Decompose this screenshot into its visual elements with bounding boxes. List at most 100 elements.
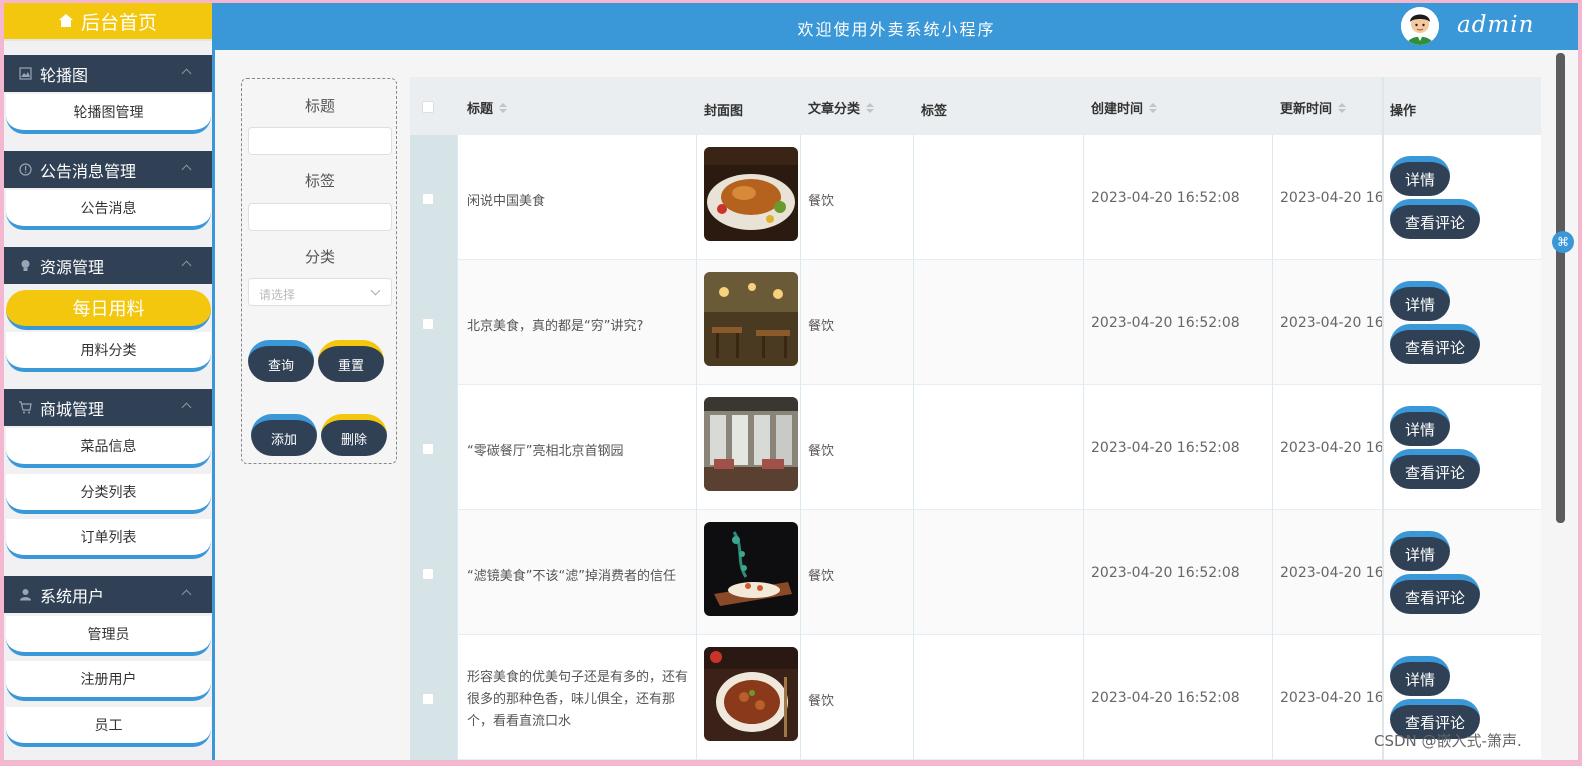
view-comments-label: 查看评论 [1404,463,1465,482]
sidebar-group-label: 系统用户 [40,586,105,606]
home-icon [58,14,73,28]
sidebar-item-carousel-manage[interactable]: 轮播图管理 [6,94,211,134]
chevron-up-icon [181,68,192,79]
table-row: 北京美食，真的都是“穷”讲究? 餐饮 2023-04-20 16:52:08 2… [410,260,1541,385]
column-header-tag: 标签 [921,100,947,119]
chevron-up-icon [181,164,192,175]
add-button[interactable]: 添加 [251,414,317,456]
app-title: 欢迎使用外卖系统小程序 [797,20,996,39]
query-button[interactable]: 查询 [248,340,314,382]
sort-icon[interactable] [1338,102,1347,113]
chevron-up-icon [181,589,192,600]
sort-icon[interactable] [1149,102,1158,113]
sidebar-group-resources[interactable]: 资源管理 [4,247,212,284]
table-header: 标题 封面图 文章分类 标签 创建时间 更新时间 操作 [410,77,1541,135]
sidebar-item-label: 菜品信息 [80,439,137,455]
view-comments-label: 查看评论 [1404,338,1465,357]
view-comments-button[interactable]: 查看评论 [1390,574,1480,614]
sidebar-group-label: 商城管理 [40,399,105,419]
column-header-updated[interactable]: 更新时间 [1280,98,1347,117]
row-updated: 2023-04-20 16 [1280,315,1384,331]
view-comments-button[interactable]: 查看评论 [1390,449,1480,489]
sidebar-item-staff[interactable]: 员工 [6,707,211,747]
tag-filter-input[interactable] [248,203,392,231]
row-category: 餐饮 [808,194,835,209]
username-label[interactable]: admin [1457,12,1534,38]
row-updated: 2023-04-20 16 [1280,440,1384,456]
column-header-created[interactable]: 创建时间 [1091,98,1158,117]
data-table: 标题 封面图 文章分类 标签 创建时间 更新时间 操作 闲说中国美食 餐饮 20… [410,77,1541,760]
column-header-category[interactable]: 文章分类 [808,98,875,117]
row-created: 2023-04-20 16:52:08 [1091,690,1240,706]
user-icon [18,588,32,602]
category-filter-label: 分类 [304,248,335,266]
table-row: “零碳餐厅”亮相北京首钢园 餐饮 2023-04-20 16:52:08 202… [410,385,1541,510]
row-title: 闲说中国美食 [467,194,546,209]
page-scrollbar[interactable] [1556,53,1565,523]
sidebar-item-label: 轮播图管理 [73,105,144,121]
row-checkbox[interactable] [422,693,434,705]
select-all-checkbox[interactable] [422,101,434,113]
detail-button[interactable]: 详情 [1390,156,1450,196]
floating-tool-icon[interactable]: ⌘ [1552,231,1574,253]
column-label: 封面图 [704,104,744,119]
sidebar-item-category-list[interactable]: 分类列表 [6,474,211,514]
column-divider [800,135,801,760]
sidebar-item-admins[interactable]: 管理员 [6,616,211,656]
delete-button[interactable]: 删除 [321,414,387,456]
home-button[interactable]: 后台首页 [4,3,212,41]
sidebar-group-users[interactable]: 系统用户 [4,576,212,613]
row-category: 餐饮 [808,319,835,334]
row-checkbox[interactable] [422,443,434,455]
title-filter-input[interactable] [248,127,392,155]
row-created: 2023-04-20 16:52:08 [1091,440,1240,456]
detail-button[interactable]: 详情 [1390,531,1450,571]
sidebar-group-carousel[interactable]: 轮播图 [4,55,212,92]
detail-button-label: 详情 [1404,420,1435,439]
fixed-column-divider [1382,77,1384,760]
detail-button[interactable]: 详情 [1390,656,1450,696]
column-header-title[interactable]: 标题 [467,98,508,117]
sidebar-group-label: 轮播图 [40,65,89,85]
column-divider [696,135,697,760]
row-checkbox[interactable] [422,193,434,205]
sidebar-item-registered-users[interactable]: 注册用户 [6,661,211,701]
row-checkbox[interactable] [422,318,434,330]
sidebar-group-notice[interactable]: 公告消息管理 [4,151,212,188]
reset-button[interactable]: 重置 [318,340,384,382]
table-row: “滤镜美食”不该“滤”掉消费者的信任 餐饮 2023-04-20 16:52:0… [410,510,1541,635]
row-checkbox[interactable] [422,568,434,580]
view-comments-label: 查看评论 [1404,588,1465,607]
row-updated: 2023-04-20 16 [1280,690,1384,706]
sidebar-item-dishes[interactable]: 菜品信息 [6,428,211,468]
row-title: “零碳餐厅”亮相北京首钢园 [467,444,624,459]
row-title: 形容美食的优美句子还是有多的，还有很多的那种色香，味儿俱全，还有那个，看看直流口… [467,670,689,729]
cover-image [704,272,798,366]
view-comments-button[interactable]: 查看评论 [1390,324,1480,364]
row-category: 餐饮 [808,444,835,459]
sort-icon[interactable] [499,102,508,113]
category-select[interactable]: 请选择 [248,278,392,306]
detail-button[interactable]: 详情 [1390,281,1450,321]
avatar[interactable] [1401,7,1439,45]
table-row: 闲说中国美食 餐饮 2023-04-20 16:52:08 2023-04-20… [410,135,1541,260]
sort-icon[interactable] [866,102,875,113]
view-comments-label: 查看评论 [1404,213,1465,232]
sidebar-group-mall[interactable]: 商城管理 [4,389,212,426]
image-icon [18,67,32,81]
sidebar-item-label: 注册用户 [80,672,137,688]
sidebar-item-order-list[interactable]: 订单列表 [6,519,211,559]
sidebar-item-daily-ingredients[interactable]: 每日用料 [6,290,211,330]
column-divider [1272,135,1273,760]
detail-button[interactable]: 详情 [1390,406,1450,446]
sidebar-item-label: 管理员 [87,627,130,643]
cover-image [704,397,798,491]
view-comments-button[interactable]: 查看评论 [1390,199,1480,239]
row-created: 2023-04-20 16:52:08 [1091,315,1240,331]
column-label: 更新时间 [1280,102,1333,117]
sidebar-item-ingredient-category[interactable]: 用料分类 [6,332,211,372]
sidebar-group-label: 公告消息管理 [40,161,137,181]
column-label: 文章分类 [808,102,861,117]
sidebar-item-notice[interactable]: 公告消息 [6,190,211,230]
top-bar: 欢迎使用外卖系统小程序 admin [215,3,1578,50]
